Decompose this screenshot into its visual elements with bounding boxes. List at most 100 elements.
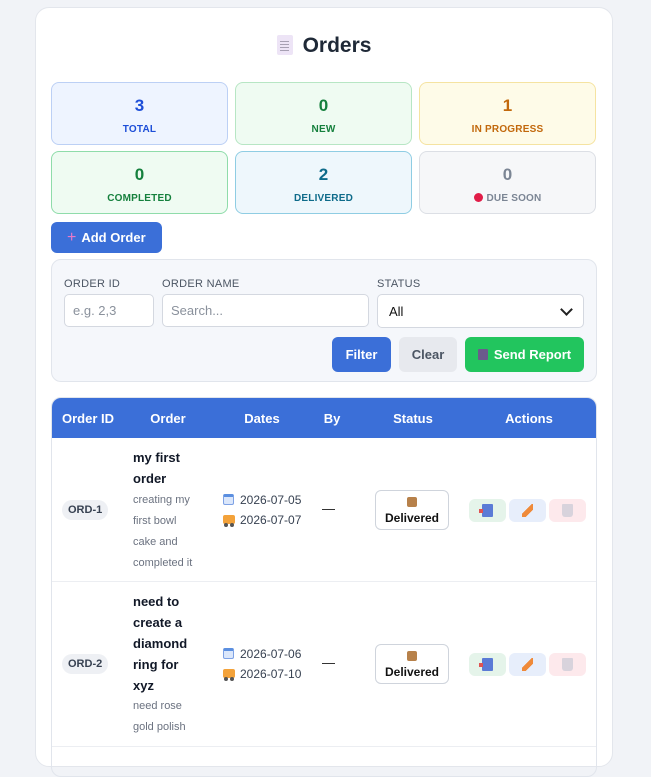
- start-date: 2026-07-06: [223, 647, 301, 661]
- start-date: 2026-07-05: [223, 493, 301, 507]
- order-name-line: create a: [133, 615, 183, 630]
- calendar-icon: [223, 494, 234, 505]
- delivery-date-text: 2026-07-10: [240, 667, 302, 681]
- pencil-icon: [522, 504, 533, 517]
- stat-label: IN PROGRESS: [471, 124, 544, 135]
- start-date-text: 2026-07-05: [240, 493, 302, 507]
- stat-label-row: DUE SOON: [420, 193, 595, 204]
- document-icon: [276, 35, 293, 55]
- pencil-icon: [522, 658, 533, 671]
- orders-card: Orders 3 TOTAL 0 NEW 1 IN PROGRESS 0 COM…: [35, 7, 613, 777]
- report-icon: [477, 349, 488, 360]
- status-text: Delivered: [384, 511, 440, 525]
- assigned-by: —: [322, 655, 335, 670]
- add-order-label: Add Order: [81, 229, 146, 245]
- order-name-line: need to: [133, 594, 180, 609]
- order-id-badge: ORD-1: [62, 500, 109, 520]
- stat-label: DELIVERED: [293, 193, 354, 204]
- table-row[interactable]: ORD-1 my first order creating my first b…: [52, 438, 596, 582]
- stat-value: 2: [318, 165, 329, 184]
- order-desc-line: completed it: [133, 557, 193, 569]
- stat-label: DUE SOON: [486, 193, 542, 204]
- header-dates: Dates: [244, 411, 280, 426]
- status-select[interactable]: All: [377, 294, 584, 328]
- edit-button[interactable]: [509, 653, 546, 676]
- header-order-id: Order ID: [61, 411, 114, 426]
- red-dot-icon: [473, 193, 483, 202]
- order-name-line: ring for: [133, 657, 179, 672]
- stat-new[interactable]: 0 NEW: [235, 82, 412, 145]
- trash-icon: [562, 504, 573, 517]
- truck-icon: [223, 515, 235, 527]
- stat-value: 0: [318, 96, 329, 115]
- order-desc-line: creating my: [133, 494, 190, 506]
- order-name-line: xyz: [133, 678, 154, 693]
- filter-panel: ORDER ID ORDER NAME STATUS All Filter Cl…: [51, 259, 597, 382]
- trash-icon: [562, 658, 573, 671]
- edit-button[interactable]: [509, 499, 546, 522]
- order-id-badge: ORD-2: [62, 654, 109, 674]
- stat-label: COMPLETED: [107, 193, 172, 204]
- stat-total[interactable]: 3 TOTAL: [51, 82, 228, 145]
- order-desc-line: first bowl: [133, 515, 177, 527]
- stat-value: 0: [502, 165, 513, 184]
- building-icon: [479, 658, 493, 671]
- delivery-date: 2026-07-10: [223, 667, 301, 681]
- stat-value: 3: [134, 96, 145, 115]
- chevron-down-icon: [560, 303, 573, 316]
- order-desc-line: gold polish: [133, 721, 186, 733]
- order-name-label: ORDER NAME: [162, 278, 240, 290]
- truck-icon: [223, 669, 235, 681]
- stat-delivered[interactable]: 2 DELIVERED: [235, 151, 412, 214]
- plus-icon: +: [67, 228, 77, 246]
- add-order-button[interactable]: + Add Order: [51, 222, 162, 253]
- table-header: Order ID Order Dates By Status Actions: [52, 398, 596, 438]
- view-button[interactable]: [469, 499, 506, 522]
- send-report-button[interactable]: Send Report: [465, 337, 584, 372]
- order-description: need rose gold polish: [133, 696, 205, 738]
- order-name-line: order: [133, 471, 167, 486]
- stat-label: NEW: [311, 124, 336, 135]
- header-by: By: [323, 411, 341, 426]
- stat-value: 0: [134, 165, 145, 184]
- status-select-value: All: [389, 304, 404, 319]
- order-name: my first order: [133, 447, 205, 489]
- order-name-input[interactable]: [162, 294, 369, 327]
- assigned-by: —: [322, 501, 335, 516]
- delete-button[interactable]: [549, 499, 586, 522]
- start-date-text: 2026-07-06: [240, 647, 302, 661]
- view-button[interactable]: [469, 653, 506, 676]
- order-desc-line: cake and: [133, 536, 178, 548]
- stat-label: TOTAL: [122, 124, 157, 135]
- header-order: Order: [150, 411, 186, 426]
- building-icon: [479, 504, 493, 517]
- order-description: creating my first bowl cake and complete…: [133, 490, 205, 574]
- page-title: Orders: [36, 34, 612, 58]
- package-icon: [407, 651, 417, 661]
- order-desc-line: need rose: [133, 700, 182, 712]
- status-text: Delivered: [384, 665, 440, 679]
- order-name-line: my first: [133, 450, 180, 465]
- delivery-date: 2026-07-07: [223, 513, 301, 527]
- stat-completed[interactable]: 0 COMPLETED: [51, 151, 228, 214]
- order-name: need to create a diamond ring for xyz: [133, 591, 205, 696]
- order-id-label: ORDER ID: [64, 278, 121, 290]
- order-id-input[interactable]: [64, 294, 154, 327]
- status-badge[interactable]: Delivered: [375, 490, 449, 530]
- clear-button[interactable]: Clear: [399, 337, 457, 372]
- table-row[interactable]: ORD-2 need to create a diamond ring for …: [52, 582, 596, 747]
- stat-in-progress[interactable]: 1 IN PROGRESS: [419, 82, 596, 145]
- stat-value: 1: [502, 96, 513, 115]
- send-report-label: Send Report: [493, 347, 572, 362]
- order-name-line: diamond: [133, 636, 188, 651]
- calendar-icon: [223, 648, 234, 659]
- filter-button[interactable]: Filter: [332, 337, 391, 372]
- header-actions: Actions: [505, 411, 553, 426]
- stat-due-soon[interactable]: 0 DUE SOON: [419, 151, 596, 214]
- orders-table: Order ID Order Dates By Status Actions O…: [51, 397, 597, 777]
- status-badge[interactable]: Delivered: [375, 644, 449, 684]
- status-label: STATUS: [377, 278, 421, 290]
- delete-button[interactable]: [549, 653, 586, 676]
- page-title-text: Orders: [302, 34, 372, 57]
- header-status: Status: [393, 411, 433, 426]
